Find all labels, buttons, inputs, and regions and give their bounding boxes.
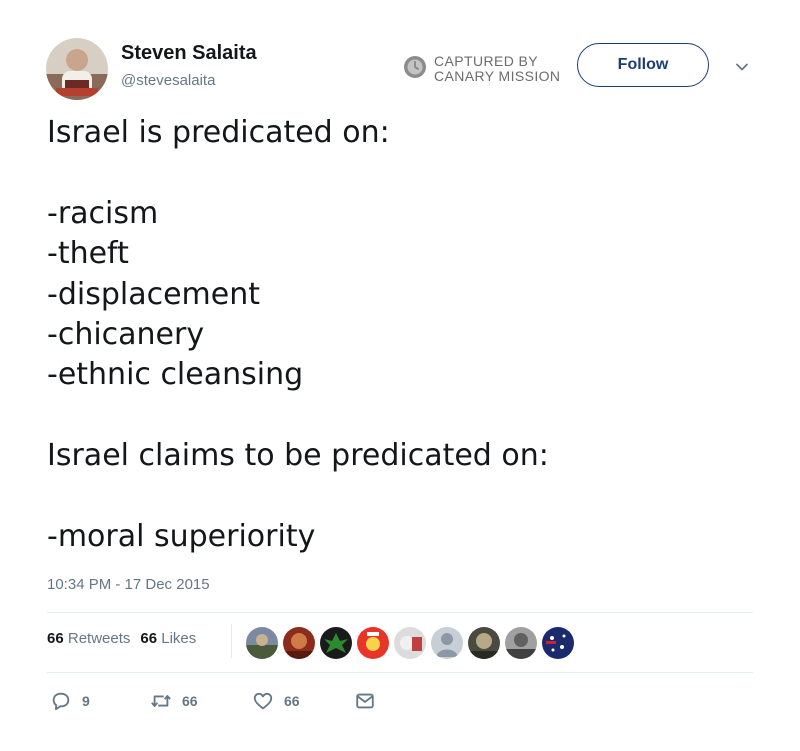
like-count: 66 — [284, 693, 300, 709]
liker-avatar[interactable] — [357, 627, 389, 659]
likes-stat[interactable]: 66 Likes — [140, 630, 196, 647]
chevron-down-icon[interactable] — [734, 59, 750, 75]
direct-message-button[interactable] — [354, 689, 376, 713]
retweets-stat[interactable]: 66 Retweets — [47, 630, 130, 647]
heart-icon — [253, 692, 273, 710]
retweet-icon — [151, 695, 171, 707]
reply-button[interactable]: 9 — [50, 689, 90, 713]
envelope-icon — [356, 693, 374, 709]
tweet-text-line: -racism — [47, 195, 159, 231]
liker-avatar[interactable] — [246, 627, 278, 659]
tweet-text-line: Israel claims to be predicated on: — [47, 438, 549, 474]
tweet-text-line: -theft — [47, 236, 129, 272]
follow-button[interactable]: Follow — [577, 43, 709, 87]
author-avatar[interactable] — [46, 38, 108, 100]
watermark-line-1: CAPTURED BY — [434, 53, 538, 69]
tweet-text: Israel is predicated on: -racism -theft … — [47, 113, 767, 557]
likes-label: Likes — [161, 630, 197, 647]
engagement-stats: 66 Retweets 66 Likes — [47, 630, 196, 647]
divider — [47, 612, 753, 613]
liker-avatar[interactable] — [542, 627, 574, 659]
tweet-text-line: -ethnic cleansing — [47, 357, 304, 393]
reply-icon — [52, 692, 70, 711]
tweet-text-line: -displacement — [47, 276, 261, 312]
retweets-label: Retweets — [67, 630, 131, 647]
tweet-text-line: -chicanery — [47, 316, 205, 352]
tweet-text-line: Israel is predicated on: — [47, 115, 390, 150]
likes-count: 66 — [140, 630, 158, 647]
tweet-text-line — [47, 153, 767, 193]
tweet-card: Steven Salaita @stevesalaita CAPTURED BY… — [0, 0, 800, 751]
tweet-text-line: -moral superiority — [47, 518, 316, 554]
retweet-button[interactable]: 66 — [150, 689, 198, 713]
retweet-count: 66 — [182, 693, 198, 709]
stats-separator — [231, 624, 232, 658]
tweet-text-line — [47, 477, 767, 517]
liker-avatar[interactable] — [394, 627, 426, 659]
retweets-count: 66 — [47, 630, 64, 647]
liker-avatar[interactable] — [505, 627, 537, 659]
author-display-name[interactable]: Steven Salaita — [121, 42, 257, 65]
tweet-text-line — [47, 396, 767, 436]
liker-avatar[interactable] — [283, 627, 315, 659]
divider — [47, 672, 753, 673]
liker-avatar[interactable] — [468, 627, 500, 659]
liker-avatar[interactable] — [320, 627, 352, 659]
liker-avatar[interactable] — [431, 627, 463, 659]
like-button[interactable]: 66 — [252, 689, 300, 713]
author-handle[interactable]: @stevesalaita — [121, 72, 215, 89]
reply-count: 9 — [82, 693, 90, 709]
watermark-line-2: CANARY MISSION — [434, 68, 561, 84]
tweet-timestamp[interactable]: 10:34 PM - 17 Dec 2015 — [47, 576, 210, 593]
clock-icon — [403, 55, 427, 79]
